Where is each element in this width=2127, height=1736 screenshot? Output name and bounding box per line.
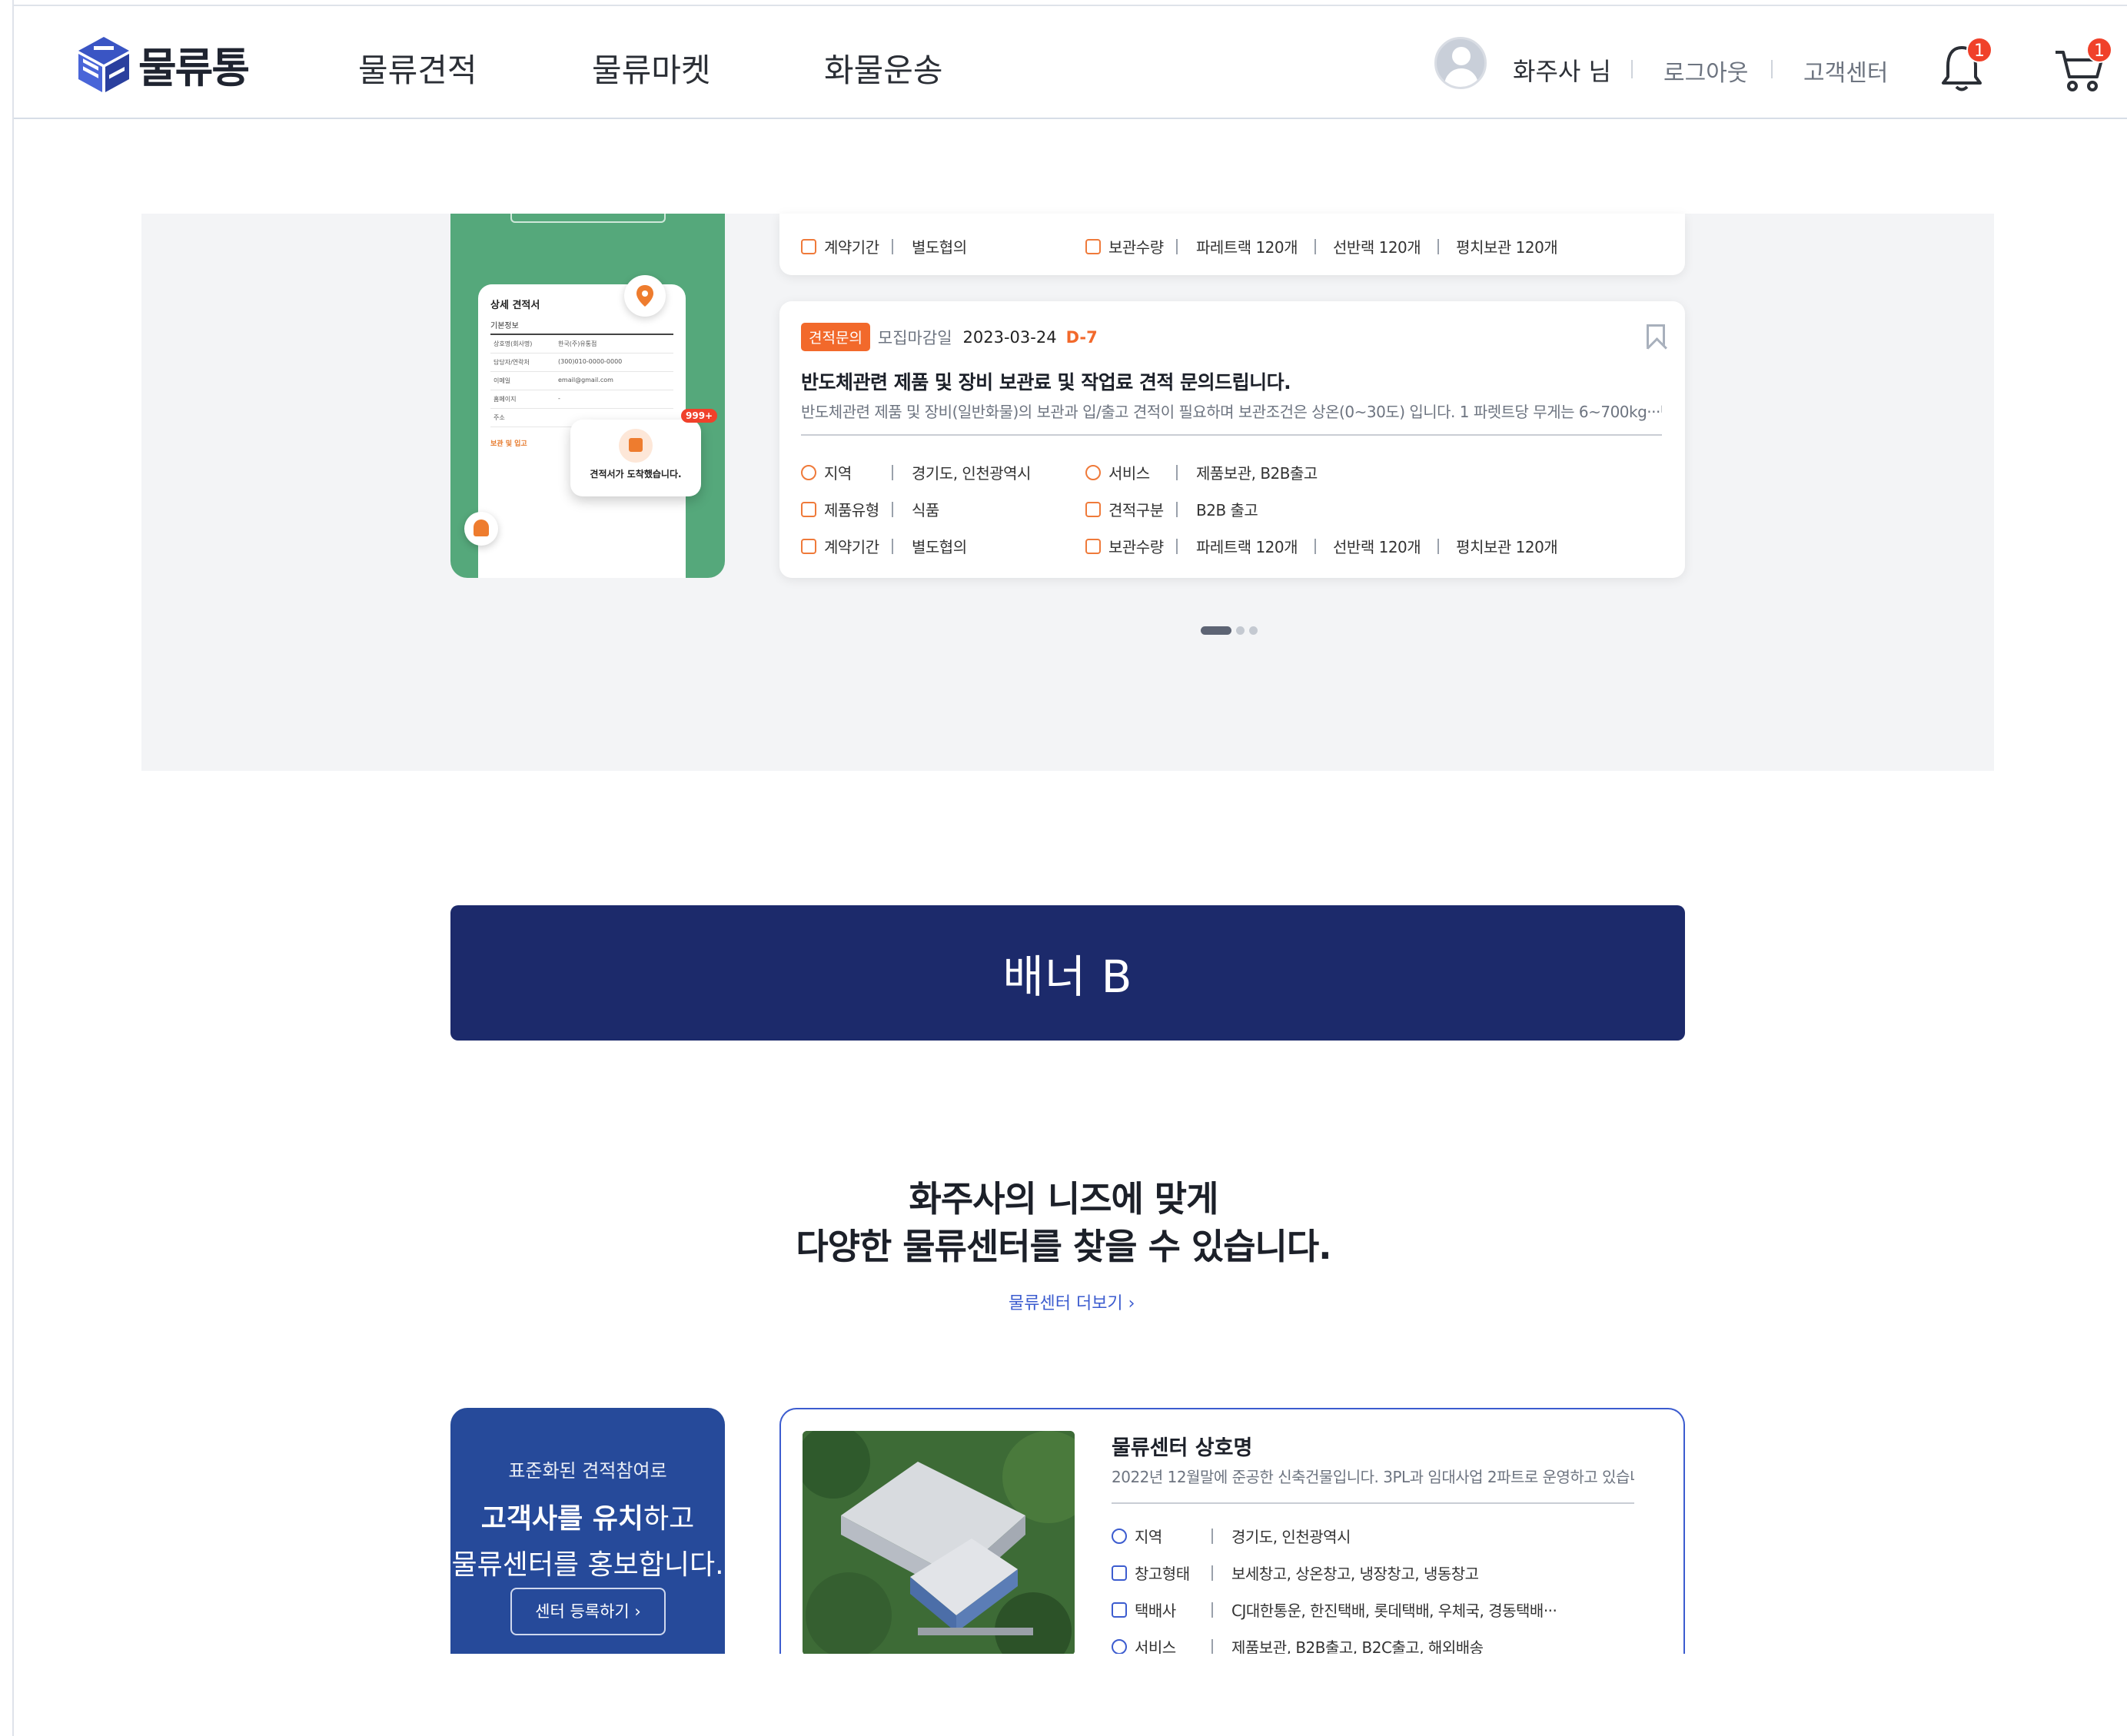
- more-centers-link[interactable]: 물류센터 더보기 ›: [1009, 1290, 1135, 1314]
- mockup-doc-row: 상호명(회사명) 한국(주)유통점: [490, 335, 673, 354]
- info-contract-period: 계약기간 별도협의: [801, 235, 984, 257]
- notification-badge: 1: [1966, 37, 1992, 63]
- center-info-courier: 택배사 CJ대한통운, 한진택배, 롯데택배, 우체국, 경동택배···: [1112, 1598, 1557, 1621]
- center-photo: [803, 1431, 1075, 1654]
- app-mockup-image: 상세 견적서 기본정보 상호명(회사명) 한국(주)유통점 담당자/연락처 (300…: [450, 214, 725, 578]
- cart-badge: 1: [2086, 37, 2112, 63]
- pin-icon: [1112, 1528, 1127, 1544]
- location-pin-icon: [624, 275, 666, 317]
- carousel-dot[interactable]: [1236, 626, 1245, 635]
- info-contract-period: 계약기간 별도협의: [801, 535, 984, 557]
- dday-badge: D-7: [1065, 327, 1098, 347]
- section-headline-2: 다양한 물류센터를 찾을 수 있습니다.: [796, 1226, 1331, 1267]
- deadline-date: 2023-03-24: [962, 327, 1057, 347]
- logout-link[interactable]: 로그아웃: [1663, 54, 1748, 88]
- mockup-doc-section: 기본정보: [490, 319, 673, 335]
- center-info-warehouse-type: 창고형태 보세창고, 상온창고, 냉장창고, 냉동창고: [1112, 1562, 1479, 1584]
- box-icon: [1085, 538, 1101, 554]
- nav-freight-transport[interactable]: 화물운송: [824, 45, 943, 91]
- document-icon: [619, 429, 653, 463]
- mockup-doc-row: 이메일 email@gmail.com: [490, 372, 673, 390]
- mockup-count-badge: 999+: [681, 409, 718, 423]
- page-frame-left: [12, 0, 14, 1736]
- mockup-doc-row: 담당자/연락처 (300)010-0000-0000: [490, 354, 673, 372]
- quote-card-partial[interactable]: 계약기간 별도협의 보관수량 파레트랙 120개 선반랙 120개 평치보관 1…: [779, 214, 1685, 275]
- promo-line-3: 물류센터를 홍보합니다.: [451, 1549, 724, 1581]
- promo-line-1: 표준화된 견적참여로: [508, 1460, 667, 1482]
- center-info-region: 지역 경기도, 인천광역시: [1112, 1525, 1351, 1547]
- stamp-icon: [464, 512, 498, 546]
- grid-icon: [801, 501, 816, 517]
- center-promo-card: 표준화된 견적참여로 고객사를 유치하고 물류센터를 홍보합니다. 센터 등록하…: [450, 1408, 725, 1654]
- truck-icon: [1112, 1602, 1127, 1618]
- user-name[interactable]: 화주사 님: [1513, 52, 1611, 88]
- info-service: 서비스 제품보관, B2B출고: [1085, 461, 1334, 483]
- top-header: 물류통 물류견적 물류마켓 화물운송 화주사 님 로그아웃 고객센터 1 1: [14, 6, 2127, 119]
- quote-tag: 견적문의: [801, 323, 870, 351]
- info-storage-qty: 보관수량 파레트랙 120개 선반랙 120개 평치보관 120개: [1085, 235, 1574, 257]
- service-icon: [1085, 464, 1101, 480]
- banner-text: 배너 B: [1002, 951, 1133, 1003]
- center-description: 2022년 12월말에 준공한 신축건물입니다. 3PL과 임대사업 2파트로 …: [1112, 1465, 1634, 1504]
- box-icon: [1085, 238, 1101, 254]
- mockup-popup-text: 견적서가 도착했습니다.: [590, 469, 682, 480]
- info-product-type: 제품유형 식품: [801, 498, 956, 520]
- card-title[interactable]: 반도체관련 제품 및 장비 보관료 및 작업료 견적 문의드립니다.: [801, 367, 1291, 395]
- carousel-pagination: [1201, 626, 1258, 635]
- info-quote-type: 견적구분 B2B 출고: [1085, 498, 1275, 520]
- carousel-dot[interactable]: [1249, 626, 1258, 635]
- center-info-service: 서비스 제품보관, B2B출고, B2C출고, 해외배송: [1112, 1635, 1484, 1654]
- info-storage-qty: 보관수량 파레트랙 120개 선반랙 120개 평치보관 120개: [1085, 535, 1574, 557]
- truck-icon: [1085, 501, 1101, 517]
- nav-logistics-market[interactable]: 물류마켓: [592, 45, 711, 91]
- mockup-popup: 견적서가 도착했습니다.: [570, 420, 701, 496]
- carousel-dot[interactable]: [1201, 626, 1231, 635]
- logo-text: 물류통: [138, 44, 250, 92]
- register-center-button[interactable]: 센터 등록하기 ›: [510, 1588, 666, 1635]
- divider: [1631, 60, 1633, 78]
- cart-button[interactable]: 1: [2051, 37, 2112, 95]
- deadline-label: 모집마감일: [877, 328, 952, 347]
- logo[interactable]: 물류통: [77, 34, 250, 95]
- center-name[interactable]: 물류센터 상호명: [1112, 1431, 1252, 1461]
- service-icon: [1112, 1638, 1127, 1654]
- avatar[interactable]: [1434, 37, 1487, 89]
- card-description: 반도체관련 제품 및 장비(일반화물)의 보관과 입/출고 견적이 필요하며 보…: [801, 400, 1662, 436]
- calendar-icon: [801, 238, 816, 254]
- notification-button[interactable]: 1: [1934, 37, 1992, 95]
- promo-line-2: 고객사를 유치하고: [480, 1503, 695, 1535]
- logistics-center-card[interactable]: 물류센터 상호명 2022년 12월말에 준공한 신축건물입니다. 3PL과 임…: [779, 1408, 1685, 1654]
- logo-cube-icon: [78, 36, 129, 92]
- nav-logistics-quote[interactable]: 물류견적: [358, 45, 477, 91]
- mockup-notch: [510, 214, 666, 223]
- info-region: 지역 경기도, 인천광역시: [801, 461, 1048, 483]
- customer-center-link[interactable]: 고객센터: [1803, 54, 1888, 88]
- grid-icon: [1112, 1565, 1127, 1581]
- mockup-doc-row: 홈페이지 -: [490, 390, 673, 409]
- card-header: 견적문의 모집마감일 2023-03-24 D-7: [801, 323, 1098, 351]
- divider: [1771, 60, 1773, 78]
- section-headline-1: 화주사의 니즈에 맞게: [909, 1178, 1219, 1220]
- pin-icon: [801, 464, 816, 480]
- quote-card[interactable]: 견적문의 모집마감일 2023-03-24 D-7 반도체관련 제품 및 장비 …: [779, 301, 1685, 578]
- banner-b[interactable]: 배너 B: [450, 905, 1685, 1041]
- calendar-icon: [801, 538, 816, 554]
- bookmark-icon[interactable]: [1647, 324, 1665, 349]
